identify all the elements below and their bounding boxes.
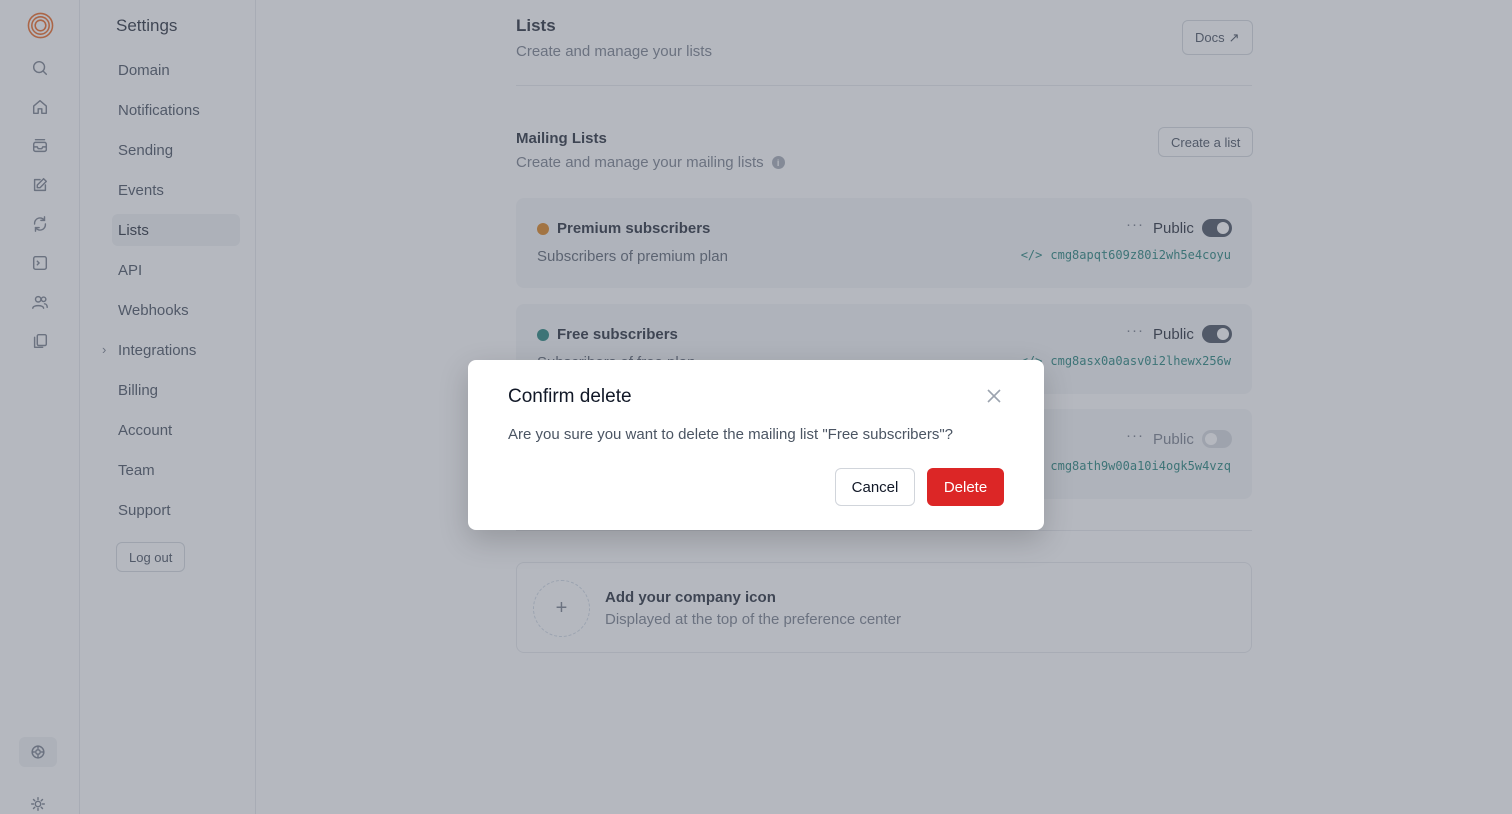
cancel-button[interactable]: Cancel [835, 468, 915, 506]
delete-button[interactable]: Delete [927, 468, 1004, 506]
dialog-title: Confirm delete [508, 386, 632, 407]
confirm-delete-dialog: Confirm delete Are you sure you want to … [468, 360, 1044, 530]
close-icon[interactable] [984, 386, 1004, 406]
dialog-message: Are you sure you want to delete the mail… [508, 426, 954, 443]
